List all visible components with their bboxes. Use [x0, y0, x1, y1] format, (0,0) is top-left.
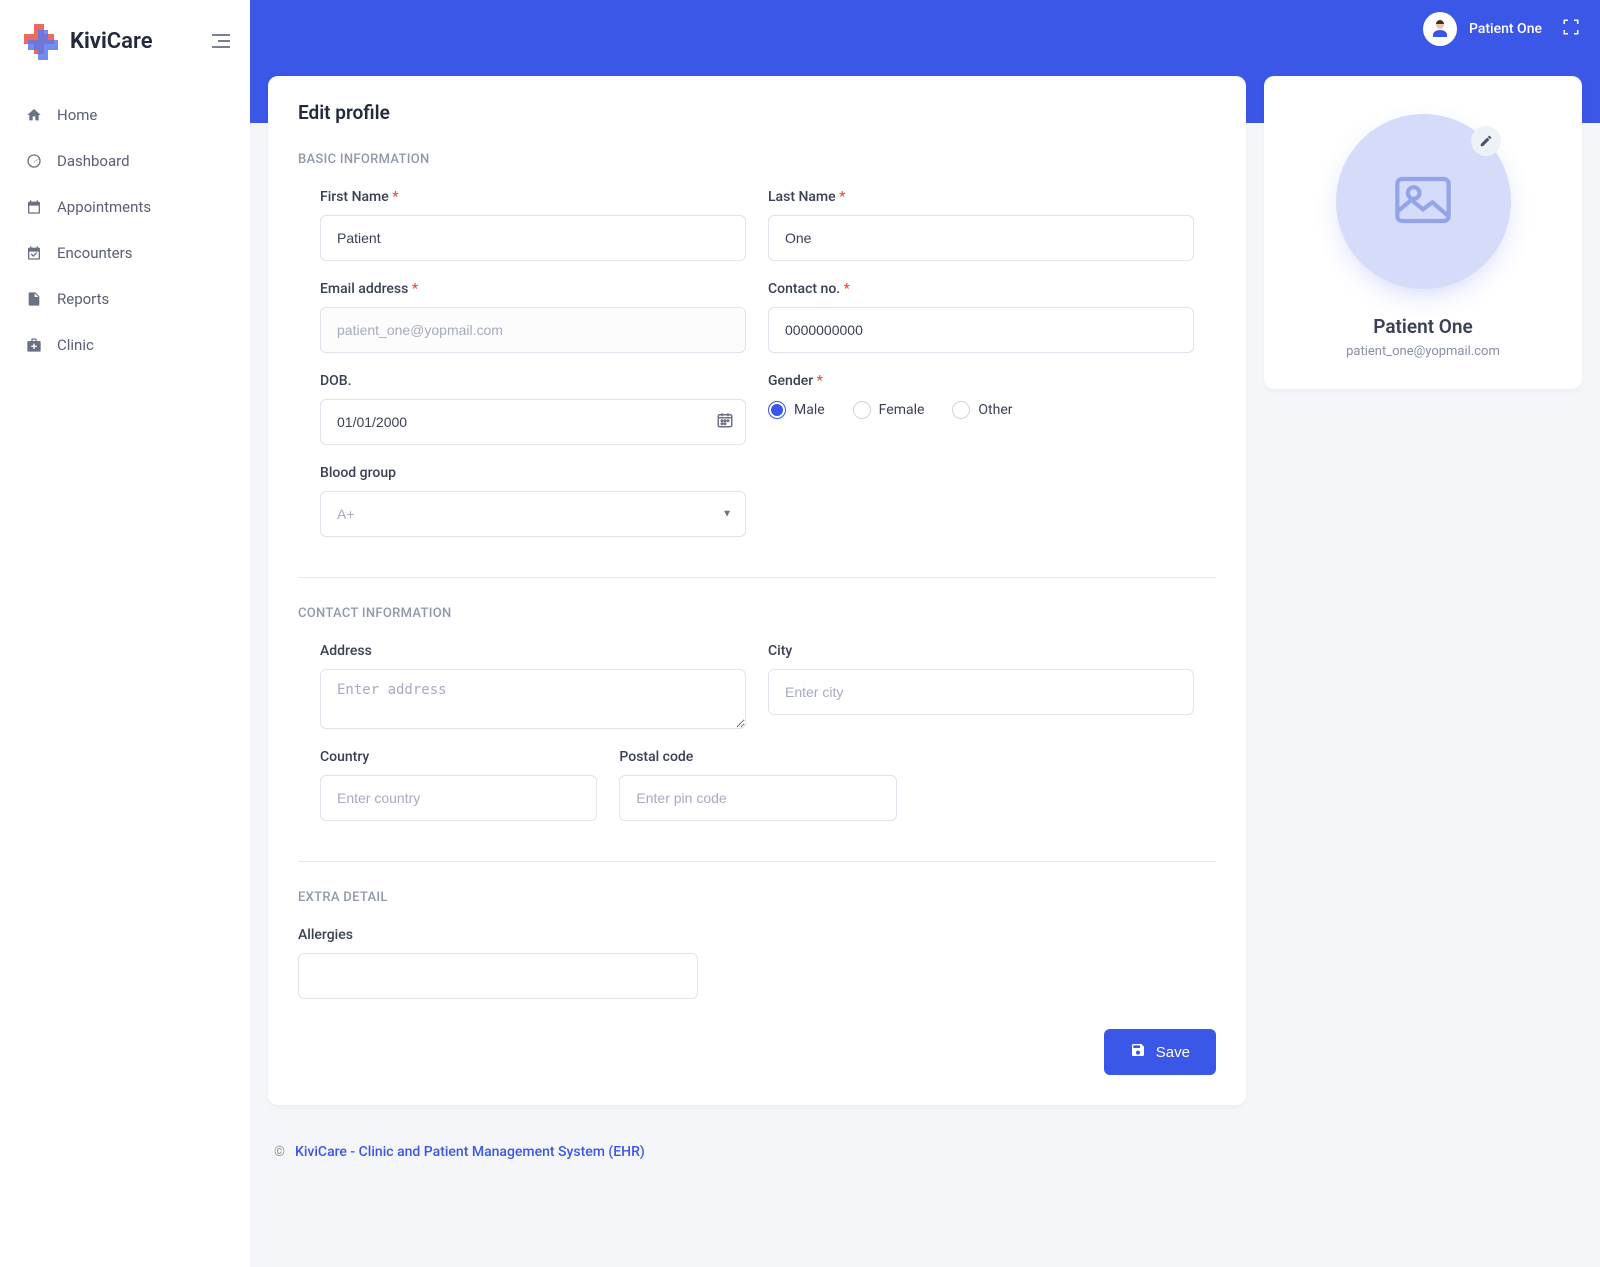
calendar-check-icon [25, 244, 43, 262]
topbar: Patient One [250, 0, 1600, 58]
city-input[interactable] [768, 669, 1194, 715]
sidebar-item-home[interactable]: Home [0, 92, 250, 138]
home-icon [25, 106, 43, 124]
dob-input[interactable] [320, 399, 746, 445]
divider [298, 577, 1216, 578]
radio-unchecked-icon [853, 401, 871, 419]
first-name-label: First Name * [320, 189, 746, 205]
sidebar-item-clinic[interactable]: Clinic [0, 322, 250, 368]
sidebar: KiviCare Home Dashboard [0, 0, 250, 1267]
sidebar-item-reports[interactable]: Reports [0, 276, 250, 322]
file-icon [25, 290, 43, 308]
sidebar-item-label: Reports [57, 290, 109, 308]
email-input[interactable] [320, 307, 746, 353]
sidebar-item-dashboard[interactable]: Dashboard [0, 138, 250, 184]
user-menu[interactable]: Patient One [1423, 12, 1542, 46]
footer: © KiviCare - Clinic and Patient Manageme… [250, 1130, 1600, 1174]
image-placeholder-icon [1395, 176, 1451, 228]
logo[interactable]: KiviCare [20, 20, 153, 62]
calendar-icon [25, 198, 43, 216]
allergies-label: Allergies [298, 927, 1216, 943]
save-icon [1130, 1042, 1146, 1062]
radio-unchecked-icon [952, 401, 970, 419]
copyright-icon: © [274, 1144, 285, 1160]
profile-name: Patient One [1373, 315, 1473, 338]
profile-email: patient_one@yopmail.com [1346, 344, 1500, 359]
section-contact-label: CONTACT INFORMATION [298, 606, 1216, 621]
dob-label: DOB. [320, 373, 746, 389]
logo-icon [20, 20, 62, 62]
first-name-input[interactable] [320, 215, 746, 261]
profile-card: Patient One patient_one@yopmail.com [1264, 76, 1582, 389]
divider [298, 861, 1216, 862]
medkit-icon [25, 336, 43, 354]
section-basic-label: BASIC INFORMATION [298, 152, 1216, 167]
avatar-icon [1423, 12, 1457, 46]
address-label: Address [320, 643, 746, 659]
sidebar-item-label: Home [57, 106, 97, 124]
sidebar-item-label: Appointments [57, 198, 151, 216]
edit-avatar-button[interactable] [1471, 126, 1501, 156]
page-title: Edit profile [298, 101, 1216, 124]
blood-group-label: Blood group [320, 465, 746, 481]
nav: Home Dashboard Appointments Encounters [0, 92, 250, 368]
blood-group-select[interactable]: A+ [320, 491, 746, 537]
sidebar-item-label: Clinic [57, 336, 94, 354]
fullscreen-icon[interactable] [1562, 18, 1580, 40]
sidebar-item-encounters[interactable]: Encounters [0, 230, 250, 276]
gender-male-radio[interactable]: Male [768, 401, 825, 419]
city-label: City [768, 643, 1194, 659]
contact-label: Contact no. * [768, 281, 1194, 297]
last-name-label: Last Name * [768, 189, 1194, 205]
country-label: Country [320, 749, 597, 765]
gender-label: Gender * [768, 373, 1194, 389]
menu-toggle-icon[interactable] [212, 34, 230, 48]
user-display-name: Patient One [1469, 21, 1542, 37]
pencil-icon [1479, 134, 1493, 148]
email-label: Email address * [320, 281, 746, 297]
save-button[interactable]: Save [1104, 1029, 1216, 1075]
section-extra-label: EXTRA DETAIL [298, 890, 1216, 905]
contact-input[interactable] [768, 307, 1194, 353]
sidebar-item-label: Encounters [57, 244, 132, 262]
calendar-picker-icon[interactable] [716, 411, 734, 433]
profile-avatar [1336, 114, 1511, 289]
allergies-input[interactable] [298, 953, 698, 999]
footer-text: KiviCare - Clinic and Patient Management… [295, 1144, 645, 1160]
sidebar-item-appointments[interactable]: Appointments [0, 184, 250, 230]
country-input[interactable] [320, 775, 597, 821]
brand-name: KiviCare [70, 29, 153, 54]
postal-label: Postal code [619, 749, 896, 765]
gender-female-radio[interactable]: Female [853, 401, 925, 419]
address-input[interactable] [320, 669, 746, 729]
postal-input[interactable] [619, 775, 896, 821]
radio-checked-icon [768, 401, 786, 419]
edit-profile-card: Edit profile BASIC INFORMATION First Nam… [268, 76, 1246, 1105]
gender-other-radio[interactable]: Other [952, 401, 1012, 419]
gauge-icon [25, 152, 43, 170]
last-name-input[interactable] [768, 215, 1194, 261]
sidebar-item-label: Dashboard [57, 152, 130, 170]
